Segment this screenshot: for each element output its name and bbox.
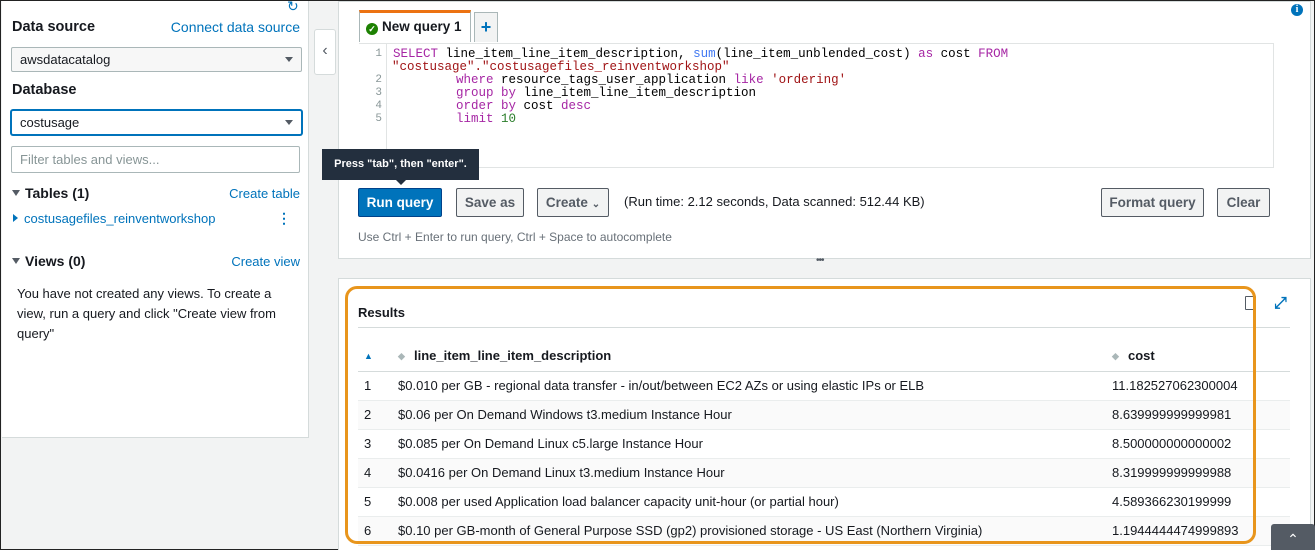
cell-description: $0.0416 per On Demand Linux t3.medium In…	[398, 458, 1112, 488]
cell-cost: 8.639999999999981	[1112, 400, 1290, 430]
data-source-label: Data source	[12, 19, 96, 35]
database-header: Database	[12, 82, 300, 98]
sort-icon[interactable]: ◆	[1112, 351, 1128, 362]
column-header-cost[interactable]: ◆ cost	[1112, 341, 1290, 372]
create-table-link[interactable]: Create table	[229, 186, 300, 201]
info-icon[interactable]: i	[1291, 4, 1303, 16]
cell-description: $0.10 per GB-month of General Purpose SS…	[398, 516, 1112, 546]
tab-new-query-1[interactable]: ✓ New query 1	[359, 10, 471, 42]
resize-handle[interactable]: •••	[816, 255, 824, 266]
add-tab-button[interactable]: +	[474, 12, 498, 42]
results-table: ▲ ◆ line_item_line_item_description ◆ cost…	[358, 341, 1290, 546]
collapse-sidebar-button[interactable]: ‹	[314, 29, 336, 75]
row-number: 5	[358, 487, 398, 517]
clear-button[interactable]: Clear	[1217, 188, 1270, 217]
check-icon: ✓	[366, 23, 378, 35]
cell-description: $0.010 per GB - regional data transfer -…	[398, 371, 1112, 401]
database-label: Database	[12, 82, 77, 98]
row-number: 4	[358, 458, 398, 488]
run-info: (Run time: 2.12 seconds, Data scanned: 5…	[624, 194, 925, 209]
row-number: 1	[358, 371, 398, 401]
table-header-row: ▲ ◆ line_item_line_item_description ◆ cost	[358, 341, 1290, 372]
table-item[interactable]: costusagefiles_reinventworkshop ⋮	[13, 210, 300, 227]
run-tooltip: Press "tab", then "enter".	[322, 149, 479, 185]
cell-cost: 8.500000000000002	[1112, 429, 1290, 459]
sort-icon[interactable]: ▲	[364, 351, 380, 361]
caret-right-icon	[13, 214, 18, 222]
caret-down-icon	[12, 258, 20, 264]
table-row: 5 $0.008 per used Application load balanc…	[358, 487, 1290, 517]
database-value: costusage	[20, 115, 80, 130]
cell-cost: 1.1944444474999893	[1112, 516, 1290, 546]
tables-toggle[interactable]: Tables (1)	[12, 185, 89, 201]
sidebar: ↻ Data source Connect data source awsdat…	[2, 0, 309, 438]
table-row: 4 $0.0416 per On Demand Linux t3.medium I…	[358, 458, 1290, 488]
download-icon[interactable]	[1245, 296, 1256, 310]
table-row: 6 $0.10 per GB-month of General Purpose S…	[358, 516, 1290, 546]
scroll-top-icon: ⌃	[1287, 531, 1299, 547]
row-number: 3	[358, 429, 398, 459]
filter-tables-input[interactable]: Filter tables and views...	[11, 146, 300, 173]
views-toggle[interactable]: Views (0)	[12, 253, 85, 269]
tab-label: New query 1	[382, 19, 462, 34]
data-source-header: Data source Connect data source	[12, 19, 300, 35]
cell-description: $0.085 per On Demand Linux c5.large Inst…	[398, 429, 1112, 459]
code-line-5: limit 10	[456, 112, 517, 126]
results-divider	[358, 327, 1290, 328]
cell-description: $0.008 per used Application load balance…	[398, 487, 1112, 517]
connect-data-source-link[interactable]: Connect data source	[171, 19, 300, 35]
format-query-button[interactable]: Format query	[1101, 188, 1204, 217]
scroll-top-button[interactable]: ⌃	[1271, 524, 1315, 550]
sql-editor[interactable]: 1 2 3 4 5 SELECT line_item_line_item_des…	[359, 43, 1274, 168]
create-view-link[interactable]: Create view	[231, 254, 300, 269]
refresh-icon[interactable]: ↻	[287, 0, 299, 13]
views-empty-text: You have not created any views. To creat…	[17, 286, 276, 341]
database-select[interactable]: costusage	[11, 110, 302, 135]
data-source-value: awsdatacatalog	[20, 52, 111, 67]
cell-cost: 4.589366230199999	[1112, 487, 1290, 517]
column-header-description[interactable]: ◆ line_item_line_item_description	[398, 341, 1112, 372]
table-row: 2 $0.06 per On Demand Windows t3.medium I…	[358, 400, 1290, 430]
cell-description: $0.06 per On Demand Windows t3.medium In…	[398, 400, 1112, 430]
expand-icon[interactable]: ⤢	[1274, 295, 1287, 313]
chevron-down-icon	[285, 120, 293, 125]
shortcut-hint: Use Ctrl + Enter to run query, Ctrl + Sp…	[358, 230, 672, 244]
row-number-header[interactable]: ▲	[358, 341, 398, 372]
cell-cost: 8.319999999999988	[1112, 458, 1290, 488]
chevron-left-icon: ‹	[322, 42, 328, 59]
sort-icon[interactable]: ◆	[398, 351, 414, 362]
tables-header: Tables (1) Create table	[12, 185, 300, 201]
row-number: 2	[358, 400, 398, 430]
more-options-icon[interactable]: ⋮	[277, 210, 291, 227]
table-row: 1 $0.010 per GB - regional data transfer …	[358, 371, 1290, 401]
run-query-button[interactable]: Run query	[358, 188, 442, 217]
table-name[interactable]: costusagefiles_reinventworkshop	[24, 211, 216, 226]
views-header: Views (0) Create view	[12, 253, 300, 269]
query-editor-panel: ✓ New query 1 + i 1 2 3 4 5 SELECT line_i…	[338, 1, 1311, 259]
caret-down-icon	[12, 190, 20, 196]
save-as-button[interactable]: Save as	[456, 188, 524, 217]
data-source-select[interactable]: awsdatacatalog	[11, 47, 302, 72]
cell-cost: 11.182527062300004	[1112, 371, 1290, 401]
row-number: 6	[358, 516, 398, 546]
table-row: 3 $0.085 per On Demand Linux c5.large Ins…	[358, 429, 1290, 459]
results-title: Results	[358, 305, 405, 320]
create-button[interactable]: Create ⌄	[537, 188, 609, 217]
chevron-down-icon: ⌄	[591, 199, 601, 210]
chevron-down-icon	[285, 57, 293, 62]
